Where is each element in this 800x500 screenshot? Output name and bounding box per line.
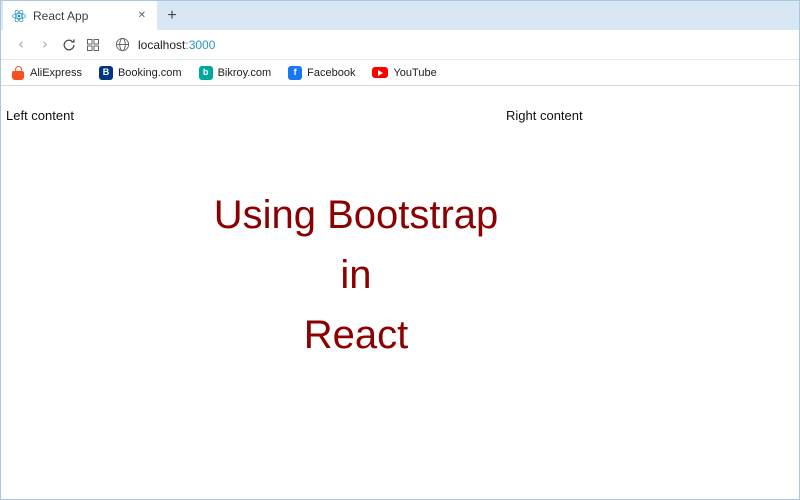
refresh-button[interactable] [57, 33, 81, 57]
bookmark-label: Bikroy.com [217, 66, 272, 79]
bookmark-youtube[interactable]: YouTube [372, 66, 437, 79]
bookmark-label: Booking.com [117, 66, 182, 79]
youtube-icon [372, 67, 389, 78]
tiles-button[interactable] [81, 33, 105, 57]
tab-title: React App [33, 8, 89, 23]
right-column-text: Right content [506, 108, 583, 123]
new-tab-button[interactable]: + [157, 1, 187, 30]
navigation-bar: ‹ › localhost:3000 [1, 30, 799, 60]
booking-icon: B [98, 65, 113, 80]
bookmark-label: Facebook [307, 66, 356, 79]
react-logo-icon [11, 8, 26, 23]
bookmarks-bar: AliExpress B Booking.com b Bikroy.com f … [1, 60, 799, 86]
forward-icon: › [42, 35, 48, 53]
url-host: localhost [138, 37, 186, 52]
bookmark-label: AliExpress [30, 66, 82, 79]
left-column-text: Left content [6, 108, 74, 123]
heading-line-3: React [303, 313, 409, 357]
url-text: localhost:3000 [138, 38, 215, 52]
play-icon [378, 69, 384, 76]
back-icon: ‹ [18, 35, 24, 53]
page-heading: Using Bootstrap in React [1, 191, 711, 371]
back-button[interactable]: ‹ [9, 33, 33, 57]
facebook-icon: f [288, 65, 303, 80]
tab-close-icon[interactable]: ✕ [135, 9, 149, 23]
globe-icon [115, 37, 130, 52]
refresh-icon [63, 38, 75, 50]
browser-window: React App ✕ + ‹ › localhost:3000 AliExpr… [0, 0, 800, 500]
aliexpress-icon [11, 65, 25, 80]
heading-line-1: Using Bootstrap [213, 193, 499, 237]
bookmark-bikroy[interactable]: b Bikroy.com [198, 65, 272, 80]
bookmark-aliexpress[interactable]: AliExpress [11, 65, 82, 80]
url-port: :3000 [185, 37, 216, 52]
forward-button[interactable]: › [33, 33, 57, 57]
bookmark-booking[interactable]: B Booking.com [98, 65, 182, 80]
bikroy-icon: b [198, 65, 213, 80]
page-content: Left content Right content Using Bootstr… [1, 86, 799, 499]
heading-line-2: in [340, 253, 372, 297]
bookmark-label: YouTube [393, 66, 437, 79]
tab-strip: React App ✕ + [1, 1, 799, 30]
grid-icon [87, 38, 99, 51]
bookmark-facebook[interactable]: f Facebook [288, 65, 356, 80]
address-bar[interactable]: localhost:3000 [115, 37, 215, 52]
tab-react-app[interactable]: React App ✕ [3, 1, 157, 30]
